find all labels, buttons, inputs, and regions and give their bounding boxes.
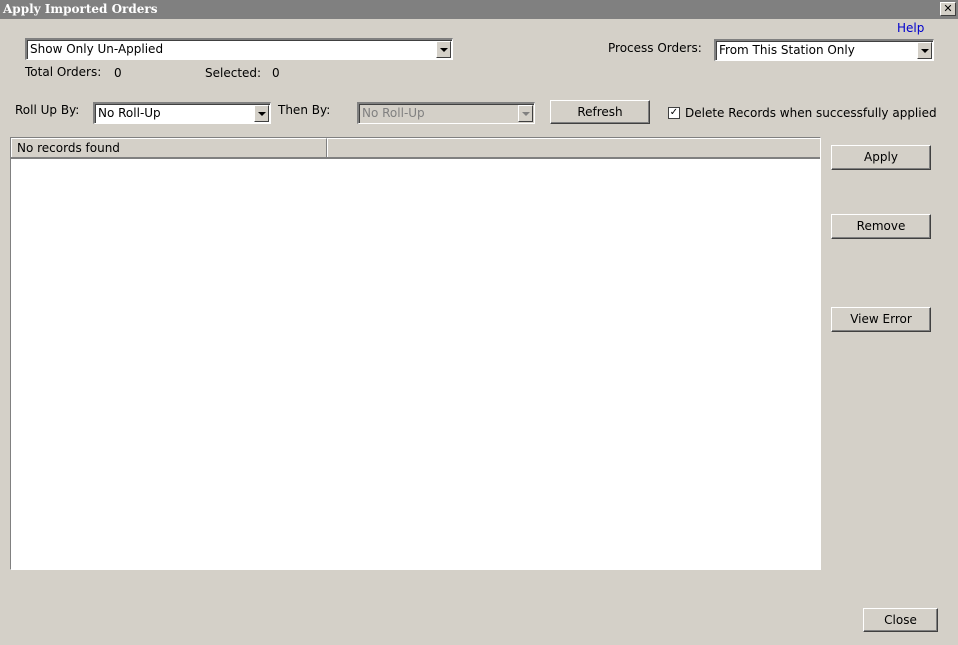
chevron-down-icon[interactable] [436,41,451,58]
rollup-select[interactable]: No Roll-Up [93,102,271,124]
process-orders-select[interactable]: From This Station Only [714,39,934,61]
selected-label: Selected: [205,66,262,80]
delete-records-label: Delete Records when successfully applied [685,106,937,120]
window-titlebar: Apply Imported Orders ✕ [0,0,958,19]
refresh-button[interactable]: Refresh [550,100,650,124]
rollup-value: No Roll-Up [98,106,161,120]
close-icon[interactable]: ✕ [940,2,956,16]
then-by-select: No Roll-Up [357,102,535,124]
help-link[interactable]: Help [897,21,924,35]
total-orders-label: Total Orders: [25,65,102,79]
orders-grid[interactable]: No records found [10,137,821,570]
chevron-down-icon[interactable] [917,42,932,59]
process-orders-label: Process Orders: [608,41,702,55]
rollup-label: Roll Up By: [15,103,80,117]
window-title: Apply Imported Orders [3,2,158,16]
remove-button[interactable]: Remove [831,214,931,239]
filter-select[interactable]: Show Only Un-Applied [25,38,453,60]
then-by-label: Then By: [278,103,331,117]
chevron-down-icon [518,105,533,122]
chevron-down-icon[interactable] [254,105,269,122]
apply-button[interactable]: Apply [831,145,931,170]
selected-value: 0 [272,66,280,80]
close-button[interactable]: Close [863,608,938,632]
process-orders-value: From This Station Only [719,43,855,57]
grid-header: No records found [11,138,820,159]
then-by-value: No Roll-Up [362,106,425,120]
filter-select-value: Show Only Un-Applied [30,42,164,56]
view-error-button[interactable]: View Error [831,307,931,332]
delete-records-checkbox[interactable]: ✓ [668,107,680,119]
grid-column-header[interactable]: No records found [11,138,327,157]
total-orders-value: 0 [114,66,122,80]
grid-column-header[interactable] [327,138,820,157]
